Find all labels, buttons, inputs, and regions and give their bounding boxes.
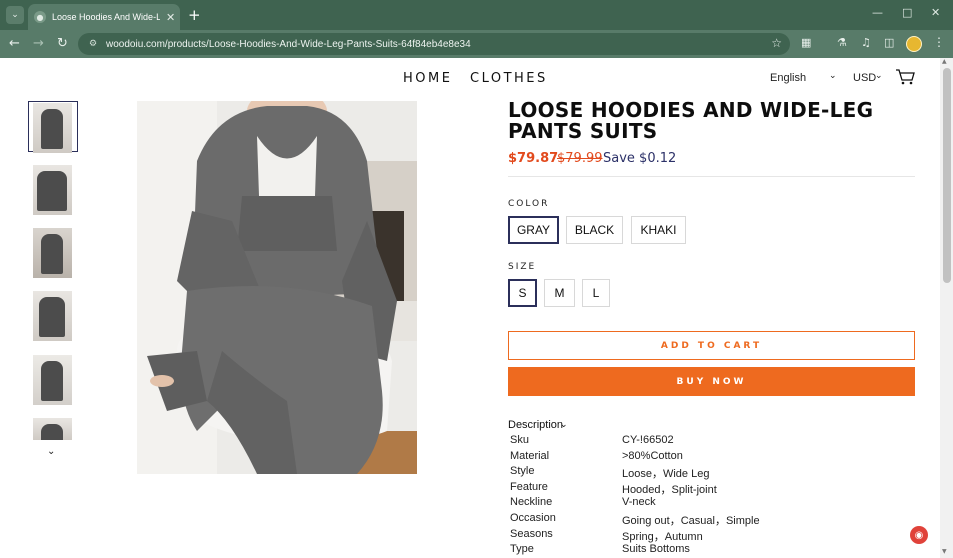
spec-value: Spring，Autumn: [622, 531, 703, 543]
spec-value: >80%Cotton: [622, 450, 683, 462]
spec-key: Material: [510, 450, 550, 462]
description-toggle[interactable]: Description: [508, 419, 563, 431]
product-main-image[interactable]: [137, 101, 417, 474]
window-close-icon[interactable]: ✕: [931, 6, 940, 19]
spec-value: Suits Bottoms: [622, 543, 690, 555]
spec-value: Loose，Wide Leg: [622, 468, 710, 480]
size-option-l[interactable]: L: [582, 279, 610, 307]
cart-icon[interactable]: [895, 68, 915, 86]
size-option-s[interactable]: S: [508, 279, 537, 307]
sale-price: $79.87: [508, 151, 559, 166]
currency-chevron-down-icon[interactable]: ⌄: [875, 71, 883, 81]
nav-home[interactable]: HOME: [403, 71, 452, 86]
spec-key: Sku: [510, 434, 529, 446]
tab-favicon-icon: ●: [34, 11, 46, 23]
size-label: SIZE: [508, 262, 537, 272]
buy-now-button[interactable]: BUY NOW: [508, 367, 915, 396]
color-option-gray[interactable]: GRAY: [508, 216, 559, 244]
thumbnail-4[interactable]: [33, 291, 72, 341]
color-label: COLOR: [508, 199, 550, 209]
product-title: LOOSE HOODIES AND WIDE-LEG PANTS SUITS: [508, 98, 874, 143]
kebab-menu-icon[interactable]: ⋮: [933, 35, 945, 49]
spec-row: Feature Hooded，Split-joint: [510, 481, 910, 496]
spec-value: Hooded，Split-joint: [622, 484, 717, 496]
bookmark-star-icon[interactable]: ☆: [771, 36, 782, 50]
compare-at-price: $79.99: [557, 151, 603, 166]
back-arrow-left-icon[interactable]: ←: [9, 35, 20, 53]
floating-help-icon[interactable]: ◉: [910, 526, 928, 544]
labs-flask-icon[interactable]: ⚗: [837, 36, 847, 49]
spec-row: Material >80%Cotton: [510, 450, 910, 465]
spec-row: Type Suits Bottoms: [510, 543, 910, 558]
add-to-cart-button[interactable]: ADD TO CART: [508, 331, 915, 360]
reload-icon[interactable]: ↻: [57, 35, 68, 53]
browser-tab-bar: ⌄ ● Loose Hoodies And Wide-Leg ✕ + — □ ✕: [0, 0, 953, 30]
browser-tab[interactable]: ● Loose Hoodies And Wide-Leg ✕: [28, 4, 180, 30]
spec-key: Type: [510, 543, 534, 555]
minimize-icon[interactable]: —: [872, 6, 883, 19]
spec-key: Style: [510, 465, 535, 477]
spec-key: Seasons: [510, 528, 553, 540]
spec-key: Neckline: [510, 496, 553, 508]
url-text[interactable]: woodoiu.com/products/Loose-Hoodies-And-W…: [106, 39, 471, 50]
profile-avatar[interactable]: [906, 36, 922, 52]
spec-key: Occasion: [510, 512, 556, 524]
scroll-down-arrow-icon[interactable]: ▼: [942, 548, 947, 555]
size-option-m[interactable]: M: [544, 279, 575, 307]
product-page: HOME CLOTHES English ⌄ USD ⌄ ⌄ LOOSE HOO…: [0, 58, 940, 558]
thumbnails-chevron-down-icon[interactable]: ⌄: [47, 446, 55, 457]
description-chevron-down-icon[interactable]: ⌄: [560, 420, 568, 430]
browser-toolbar: ← → ↻ ⚙ woodoiu.com/products/Loose-Hoodi…: [0, 30, 953, 58]
spec-value: CY-!66502: [622, 434, 674, 446]
tab-title: Loose Hoodies And Wide-Leg: [52, 12, 160, 22]
thumbnail-6[interactable]: [33, 418, 72, 440]
side-panel-icon[interactable]: ◫: [884, 36, 894, 49]
address-bar[interactable]: ⚙ woodoiu.com/products/Loose-Hoodies-And…: [78, 33, 790, 55]
extensions-puzzle-icon[interactable]: ▦: [801, 36, 811, 49]
spec-row: Seasons Spring，Autumn: [510, 528, 910, 543]
spec-row: Style Loose，Wide Leg: [510, 465, 910, 480]
thumbnail-2[interactable]: [33, 165, 72, 215]
color-option-black[interactable]: BLACK: [566, 216, 623, 244]
savings-text: Save $0.12: [603, 151, 677, 166]
spec-row: Sku CY-!66502: [510, 434, 910, 449]
spec-value: V-neck: [622, 496, 656, 508]
thumbnail-3[interactable]: [33, 228, 72, 278]
tab-search-chevron-down-icon[interactable]: ⌄: [6, 6, 24, 24]
forward-arrow-right-icon[interactable]: →: [33, 35, 44, 53]
maximize-icon[interactable]: □: [902, 6, 912, 19]
tab-close-icon[interactable]: ✕: [166, 11, 175, 24]
new-tab-plus-icon[interactable]: +: [188, 6, 201, 24]
spec-key: Feature: [510, 481, 548, 493]
color-option-khaki[interactable]: KHAKI: [631, 216, 686, 244]
thumbnail-5[interactable]: [33, 355, 72, 405]
currency-select[interactable]: USD: [853, 72, 876, 84]
scroll-up-arrow-icon[interactable]: ▲: [942, 58, 947, 65]
thumbnail-1[interactable]: [33, 103, 72, 153]
language-chevron-down-icon[interactable]: ⌄: [829, 71, 837, 81]
spec-row: Occasion Going out，Casual，Simple: [510, 512, 910, 527]
language-select[interactable]: English: [770, 72, 806, 84]
divider: [508, 176, 915, 177]
media-controls-icon[interactable]: ♫: [861, 36, 871, 49]
spec-value: Going out，Casual，Simple: [622, 515, 760, 527]
nav-clothes[interactable]: CLOTHES: [470, 71, 548, 86]
spec-row: Neckline V-neck: [510, 496, 910, 511]
scrollbar-thumb[interactable]: [943, 68, 951, 283]
site-info-icon[interactable]: ⚙: [86, 37, 100, 51]
